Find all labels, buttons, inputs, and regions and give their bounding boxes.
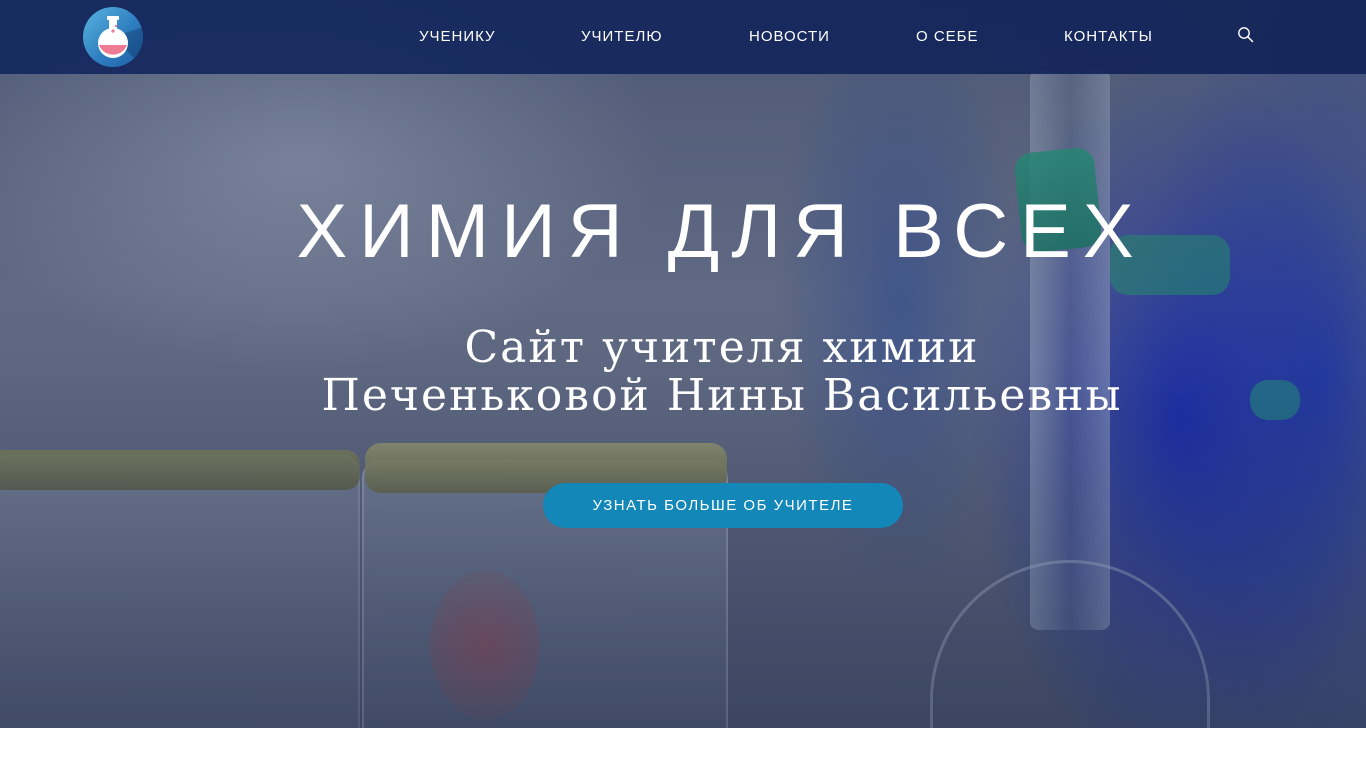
site-header: УЧЕНИКУ УЧИТЕЛЮ НОВОСТИ О СЕБЕ КОНТАКТЫ — [0, 0, 1366, 74]
page-content-start — [0, 728, 1366, 768]
nav-item-teacher[interactable]: УЧИТЕЛЮ — [581, 28, 662, 45]
nav-item-news[interactable]: НОВОСТИ — [749, 28, 830, 45]
hero-subtitle-line-1: Сайт учителя химии — [464, 322, 980, 373]
search-button[interactable] — [1237, 26, 1257, 46]
hero-subtitle-line-2: Печеньковой Нины Васильевны — [321, 370, 1123, 421]
hero-subtitle: Сайт учителя химии Печеньковой Нины Васи… — [0, 324, 1366, 420]
nav-item-contacts[interactable]: КОНТАКТЫ — [1064, 28, 1153, 45]
learn-more-button[interactable]: УЗНАТЬ БОЛЬШЕ ОБ УЧИТЕЛЕ — [543, 483, 903, 528]
nav-item-about[interactable]: О СЕБЕ — [916, 28, 979, 45]
hero-title: ХИМИЯ ДЛЯ ВСЕХ — [296, 189, 1146, 274]
main-nav: УЧЕНИКУ УЧИТЕЛЮ НОВОСТИ О СЕБЕ КОНТАКТЫ — [0, 0, 1366, 74]
nav-item-student[interactable]: УЧЕНИКУ — [419, 28, 496, 45]
search-icon — [1238, 27, 1254, 43]
